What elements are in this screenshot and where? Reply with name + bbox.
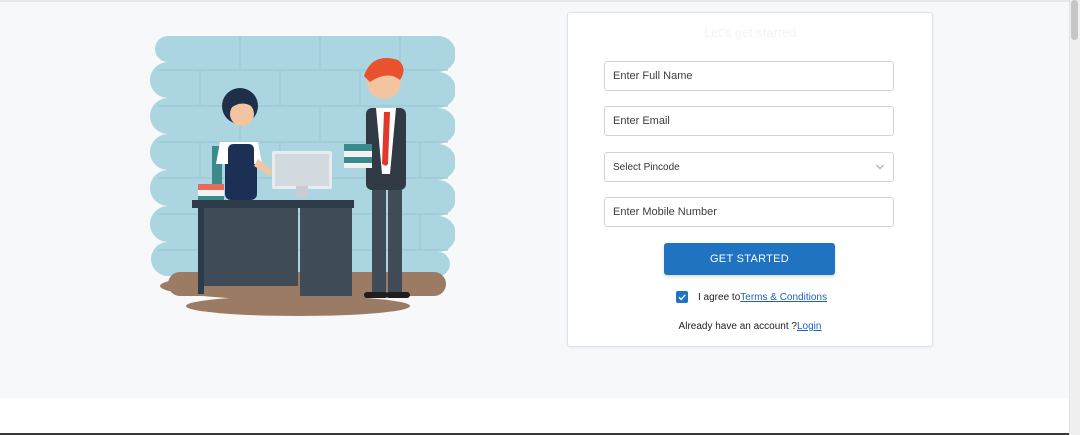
- scrollbar-thumb[interactable]: [1071, 0, 1078, 40]
- checkmark-icon: [678, 294, 686, 301]
- pincode-select[interactable]: Select Pincode: [604, 152, 894, 182]
- hero-illustration: [150, 34, 456, 319]
- page-scrollbar[interactable]: [1069, 0, 1080, 435]
- agree-text: I agree to: [698, 291, 741, 303]
- full-name-field[interactable]: [604, 61, 894, 91]
- form-heading: Let's get started: [703, 25, 797, 40]
- login-prompt-row: Already have an account ?Login: [568, 321, 932, 332]
- terms-link[interactable]: Terms & Conditions: [740, 292, 827, 303]
- pincode-select-value: Select Pincode: [613, 161, 680, 173]
- login-link[interactable]: Login: [797, 321, 821, 332]
- terms-agreement: I agree to Terms & Conditions: [676, 290, 827, 304]
- signup-card: Let's get started Select Pincode GET STA…: [567, 12, 933, 347]
- login-prompt: Already have an account ?: [678, 321, 797, 332]
- mobile-number-field[interactable]: [604, 197, 894, 227]
- next-section: [0, 398, 1070, 435]
- agree-checkbox[interactable]: [676, 291, 688, 303]
- office-illustration: [150, 36, 456, 316]
- full-name-input[interactable]: [605, 62, 893, 90]
- get-started-button[interactable]: GET STARTED: [664, 243, 835, 275]
- mobile-number-input[interactable]: [605, 198, 893, 226]
- email-input[interactable]: [605, 107, 893, 135]
- email-field[interactable]: [604, 106, 894, 136]
- chevron-down-icon: [876, 164, 884, 170]
